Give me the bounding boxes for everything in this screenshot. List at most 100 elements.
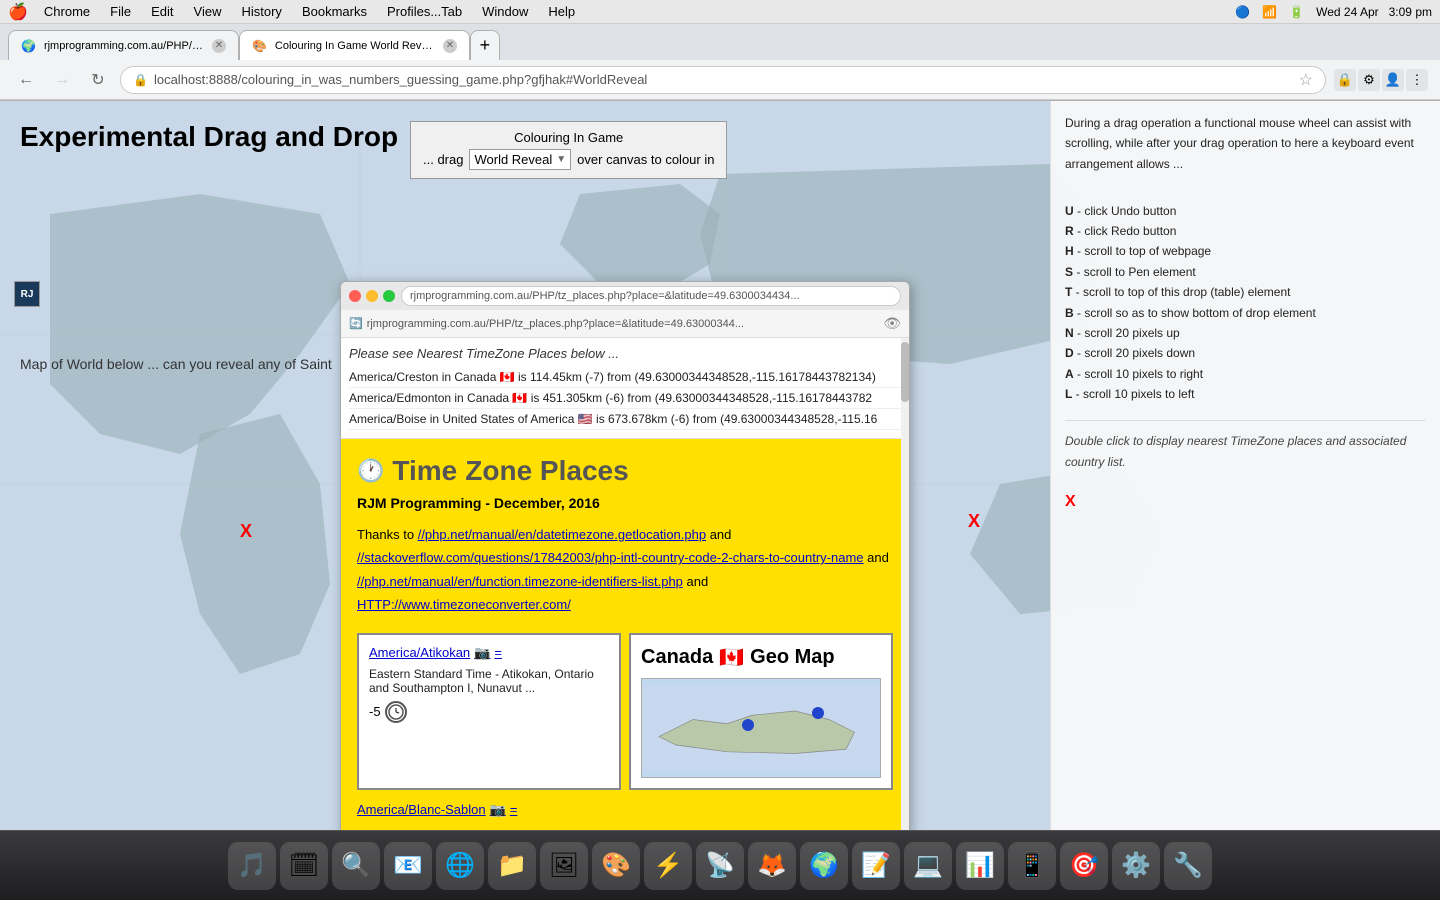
map-description-text: Map of World below ... can you reveal an… [20, 356, 332, 372]
ext-icon-1[interactable]: 🔒 [1334, 69, 1356, 91]
tz-credit-date: December, 2016 [494, 495, 600, 511]
tab-close-0[interactable]: ✕ [212, 39, 226, 53]
tab-1[interactable]: 🎨 Colouring In Game World Reveal ✕ [239, 30, 470, 60]
sidebar-keys-list: U - click Undo button R - click Redo but… [1065, 201, 1426, 405]
popup-max-btn[interactable] [383, 290, 395, 302]
blanc-sablon-camera-icon: 📷 [490, 802, 506, 818]
geo-map-canvas [641, 678, 881, 778]
ext-icon-3[interactable]: 👤 [1382, 69, 1404, 91]
dock-tools[interactable]: 🔧 [1164, 842, 1212, 890]
blanc-sablon-link[interactable]: America/Blanc-Sablon 📷 = [357, 802, 893, 818]
menu-file[interactable]: File [102, 2, 139, 21]
colouring-game-title: Colouring In Game [423, 130, 714, 145]
popup-address-text: rjmprogramming.com.au/PHP/tz_places.php?… [367, 318, 880, 330]
tz-link-3[interactable]: //php.net/manual/en/function.timezone-id… [357, 574, 683, 589]
rjm-favicon-text: RJ [21, 289, 34, 300]
dock-target[interactable]: 🎯 [1060, 842, 1108, 890]
atikokan-link[interactable]: America/Atikokan 📷 = [369, 645, 609, 661]
dock-mail[interactable]: 📧 [384, 842, 432, 890]
apple-menu-icon[interactable]: 🍎 [8, 2, 28, 22]
dock-safari[interactable]: 🌐 [436, 842, 484, 890]
tz-thanks-line4: HTTP://www.timezoneconverter.com/ [357, 593, 893, 616]
ext-icon-2[interactable]: ⚙ [1358, 69, 1380, 91]
dock-terminal[interactable]: 💻 [904, 842, 952, 890]
popup-scrollbar-thumb[interactable] [901, 342, 909, 402]
dock-network[interactable]: 📡 [696, 842, 744, 890]
menu-bookmarks[interactable]: Bookmarks [294, 2, 375, 21]
dock-mobile[interactable]: 📱 [1008, 842, 1056, 890]
world-reveal-select[interactable]: World Reveal ▼ [469, 149, 571, 170]
geo-map-title: Canada 🇨🇦 Geo Map [641, 645, 881, 670]
popup-body[interactable]: Please see Nearest TimeZone Places below… [341, 338, 909, 840]
tz-link-4[interactable]: HTTP://www.timezoneconverter.com/ [357, 597, 571, 612]
page-body: Experimental Drag and Drop Colouring In … [0, 101, 1440, 867]
rjm-favicon: RJ [14, 281, 40, 307]
menu-help[interactable]: Help [540, 2, 583, 21]
key-a: A - scroll 10 pixels to right [1065, 364, 1426, 384]
tabs-row: 🌍 rjmprogramming.com.au/PHP/tz... ✕ 🎨 Co… [0, 24, 1440, 60]
dock-spotlight[interactable]: 🔍 [332, 842, 380, 890]
tab-0[interactable]: 🌍 rjmprogramming.com.au/PHP/tz... ✕ [8, 30, 239, 60]
map-marker-x2: X [968, 511, 980, 532]
key-t-label: T [1065, 285, 1072, 299]
forward-button[interactable]: → [48, 66, 76, 94]
browser-chrome: 🌍 rjmprogramming.com.au/PHP/tz... ✕ 🎨 Co… [0, 24, 1440, 101]
dock-photos[interactable]: 🖼 [540, 842, 588, 890]
menu-history[interactable]: History [233, 2, 289, 21]
tz-card-row: America/Atikokan 📷 = Eastern Standard Ti… [357, 633, 893, 790]
dock-settings[interactable]: ⚙️ [1112, 842, 1160, 890]
key-t: T - scroll to top of this drop (table) e… [1065, 282, 1426, 302]
popup-scrollbar[interactable] [901, 338, 909, 840]
bookmark-star-icon[interactable]: ☆ [1299, 70, 1313, 90]
atikokan-anchor[interactable]: America/Atikokan [369, 645, 470, 660]
dock-notes[interactable]: 📝 [852, 842, 900, 890]
tz-panel: 🕐 Time Zone Places RJM Programming - Dec… [341, 439, 909, 840]
tz-panel-header: 🕐 Time Zone Places [357, 455, 893, 487]
geo-map-panel: Canada 🇨🇦 Geo Map [629, 633, 893, 790]
back-button[interactable]: ← [12, 66, 40, 94]
tz-credit-separator: - [485, 495, 494, 511]
dock-finder[interactable]: 📁 [488, 842, 536, 890]
menu-edit[interactable]: Edit [143, 2, 181, 21]
dock-globe[interactable]: 🌍 [800, 842, 848, 890]
atikokan-camera-icon: 📷 [474, 645, 490, 661]
sidebar-x-marker: X [1065, 488, 1426, 515]
key-s-desc: scroll to Pen element [1084, 265, 1196, 279]
ext-icon-settings[interactable]: ⋮ [1406, 69, 1428, 91]
tz-link-2[interactable]: //stackoverflow.com/questions/17842003/p… [357, 550, 864, 565]
popup-min-btn[interactable] [366, 290, 378, 302]
key-r: R - click Redo button [1065, 221, 1426, 241]
tz-credit-org: RJM Programming [357, 495, 481, 511]
key-h-desc: scroll to top of webpage [1084, 244, 1211, 258]
key-n-label: N [1065, 326, 1074, 340]
dock-lightning[interactable]: ⚡ [644, 842, 692, 890]
menu-chrome[interactable]: Chrome [36, 2, 98, 21]
popup-traffic-lights [349, 290, 395, 302]
key-d-label: D [1065, 346, 1074, 360]
reload-button[interactable]: ↻ [84, 66, 112, 94]
menu-window[interactable]: Window [474, 2, 536, 21]
dock-firefox[interactable]: 🦊 [748, 842, 796, 890]
dock-draw[interactable]: 🎨 [592, 842, 640, 890]
tz-link-1[interactable]: //php.net/manual/en/datetimezone.getloca… [418, 527, 706, 542]
macos-dock: 🎵 🗓 🔍 📧 🌐 📁 🖼 🎨 ⚡ 📡 🦊 🌍 📝 💻 📊 📱 🎯 ⚙️ 🔧 [0, 830, 1440, 900]
dock-sheets[interactable]: 📊 [956, 842, 1004, 890]
colouring-game-box: Colouring In Game ... drag World Reveal … [410, 121, 727, 179]
tz-item-1-text: America/Edmonton in Canada 🇨🇦 is 451.305… [349, 391, 872, 405]
tab-new[interactable]: + [470, 30, 500, 60]
tz-item-2-text: America/Boise in United States of Americ… [349, 412, 877, 426]
tab-close-1[interactable]: ✕ [443, 39, 457, 53]
datetime-display: Wed 24 Apr 3:09 pm [1316, 5, 1432, 19]
tz-clock-icon: 🕐 [357, 458, 384, 484]
menu-profiles[interactable]: Profiles...Tab [379, 2, 470, 21]
key-b-label: B [1065, 306, 1074, 320]
blanc-sablon-anchor[interactable]: America/Blanc-Sablon [357, 802, 486, 817]
url-input[interactable] [154, 72, 1293, 87]
menu-view[interactable]: View [186, 2, 230, 21]
blanc-sablon-row: America/Blanc-Sablon 📷 = [357, 802, 893, 818]
key-d: D - scroll 20 pixels down [1065, 343, 1426, 363]
colouring-game-row: ... drag World Reveal ▼ over canvas to c… [423, 149, 714, 170]
dock-calendar[interactable]: 🗓 [280, 842, 328, 890]
dock-music[interactable]: 🎵 [228, 842, 276, 890]
popup-close-btn[interactable] [349, 290, 361, 302]
